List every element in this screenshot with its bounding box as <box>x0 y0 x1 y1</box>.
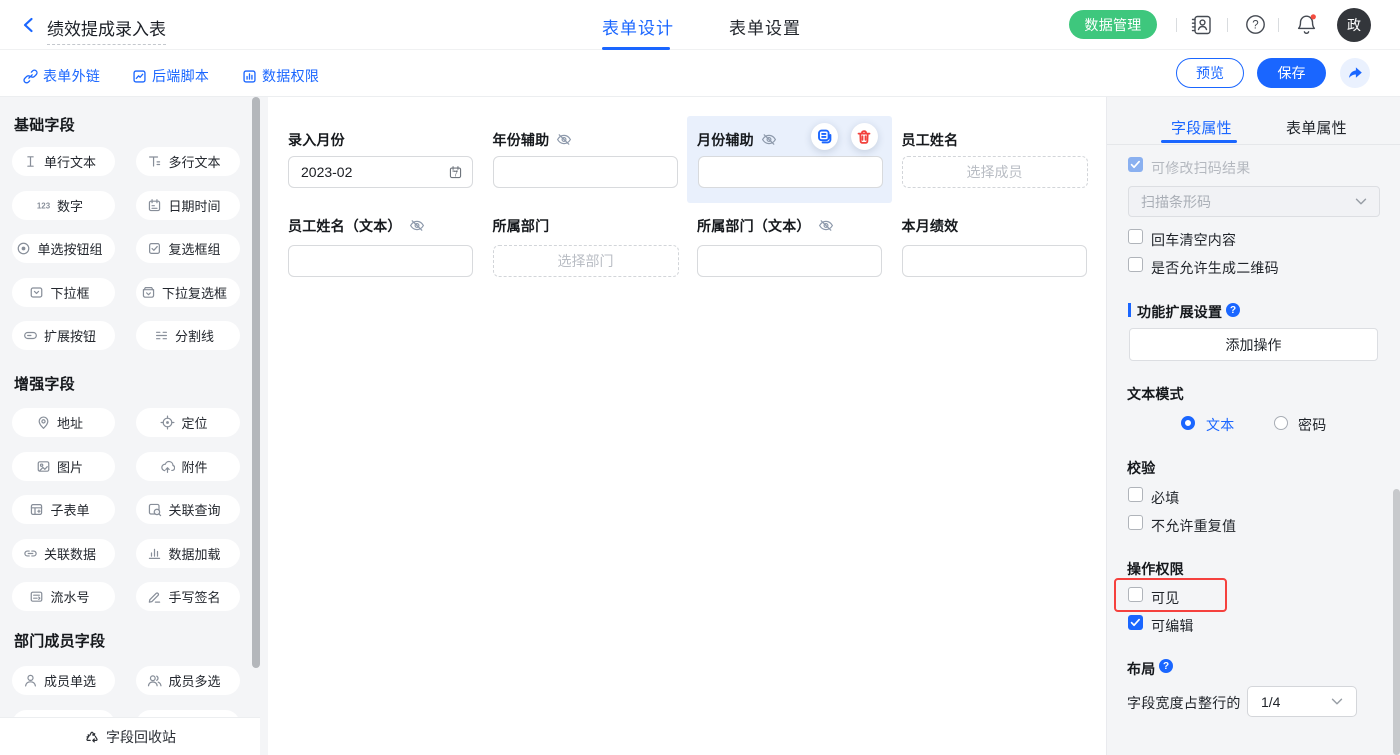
svg-text:123: 123 <box>37 201 51 210</box>
svg-text:?: ? <box>1252 20 1258 32</box>
svg-text:7: 7 <box>454 171 458 178</box>
